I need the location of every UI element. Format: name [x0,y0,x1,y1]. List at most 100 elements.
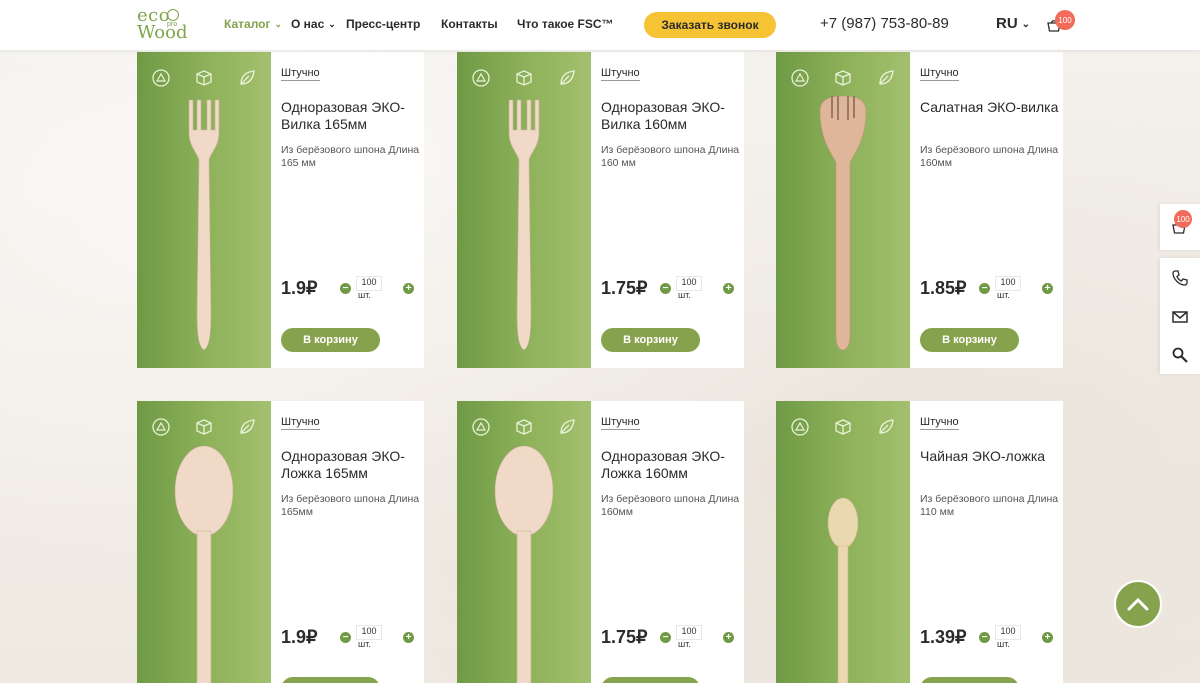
nav-item-contacts[interactable]: Контакты [441,17,498,31]
product-image-area[interactable] [137,401,271,683]
side-phone-button[interactable] [1171,269,1189,287]
nav-item-about[interactable]: О нас ⌄ [291,17,336,31]
add-to-cart-button[interactable]: В корзину [281,677,380,683]
quantity-unit: шт. [358,639,371,649]
add-to-cart-button[interactable]: В корзину [281,328,380,352]
site-header: eco pro Wood Каталог ⌄ О нас ⌄ Пресс-центр… [0,0,1200,50]
phone-icon [1172,270,1188,286]
unit-type-link[interactable]: Штучно [281,416,320,430]
product-image-area[interactable] [137,52,271,368]
phone-number-link[interactable]: +7 (987) 753-80-89 [820,15,949,32]
box-icon [516,419,532,435]
unit-type-link[interactable]: Штучно [601,416,640,430]
increase-qty-button[interactable]: + [403,283,414,294]
product-price: 1.39₽ [920,627,967,647]
unit-type-link[interactable]: Штучно [281,67,320,81]
product-info: Штучно Одноразовая ЭКО-Вилка 160мм Из берё… [601,52,744,368]
chevron-down-icon: ⌄ [274,19,283,29]
product-price: 1.9₽ [281,278,318,298]
unit-type-link[interactable]: Штучно [601,67,640,81]
side-search-button[interactable] [1171,346,1189,364]
product-info: Штучно Одноразовая ЭКО-Ложка 160мм Из берё… [601,401,744,683]
increase-qty-button[interactable]: + [723,632,734,643]
side-cart-count-badge: 100 [1174,210,1192,228]
increase-qty-button[interactable]: + [1042,632,1053,643]
product-price: 1.75₽ [601,627,648,647]
scroll-to-top-button[interactable] [1114,580,1162,628]
language-select[interactable]: RU ⌄ [996,15,1030,32]
chevron-down-icon: ⌄ [1021,19,1031,30]
quantity-input[interactable]: 100 [996,626,1020,639]
quantity-unit: шт. [358,290,371,300]
unit-type-link[interactable]: Штучно [920,416,959,430]
quantity-input[interactable]: 100 [996,277,1020,290]
ecowood-logo[interactable]: eco pro Wood [137,7,193,43]
recycle-icon [791,418,809,436]
decrease-qty-button[interactable]: − [979,283,990,294]
product-title[interactable]: Салатная ЭКО-вилка [920,99,1060,116]
feature-icons [471,68,577,88]
leaf-icon [879,419,894,434]
decrease-qty-button[interactable]: − [340,283,351,294]
decrease-qty-button[interactable]: − [660,632,671,643]
unit-type-link[interactable]: Штучно [920,67,959,81]
feature-icons [790,68,896,88]
add-to-cart-button[interactable]: В корзину [601,677,700,683]
box-icon [196,419,212,435]
product-description: Из берёзового шпона Длина 110 мм [920,493,1059,518]
nav-item-label: Каталог [224,17,271,31]
feature-icons [790,417,896,437]
product-image-area[interactable] [776,52,910,368]
search-icon [1172,347,1188,363]
request-call-button[interactable]: Заказать звонок [644,12,776,38]
add-to-cart-button[interactable]: В корзину [920,328,1019,352]
recycle-icon [152,418,170,436]
add-to-cart-button[interactable]: В корзину [601,328,700,352]
product-card[interactable]: Штучно Салатная ЭКО-вилка Из берёзового шп… [776,52,1063,368]
header-cart-button[interactable]: 100 [1046,10,1076,38]
decrease-qty-button[interactable]: − [660,283,671,294]
product-info: Штучно Одноразовая ЭКО-Вилка 165мм Из берё… [281,52,424,368]
increase-qty-button[interactable]: + [1042,283,1053,294]
product-image [819,95,867,351]
decrease-qty-button[interactable]: − [979,632,990,643]
chevron-up-icon [1127,597,1149,611]
product-description: Из берёзового шпона Длина 160 мм [601,144,740,169]
decrease-qty-button[interactable]: − [340,632,351,643]
side-mail-button[interactable] [1171,308,1189,326]
quantity-input[interactable]: 100 [357,277,381,290]
product-title[interactable]: Чайная ЭКО-ложка [920,448,1060,465]
quantity-unit: шт. [997,290,1010,300]
quantity-input[interactable]: 100 [677,277,701,290]
product-info: Штучно Одноразовая ЭКО-Ложка 165мм Из берё… [281,401,424,683]
product-title[interactable]: Одноразовая ЭКО-Вилка 160мм [601,99,741,133]
feature-icons [151,68,257,88]
add-to-cart-button[interactable]: В корзину [920,677,1019,683]
product-card[interactable]: Штучно Одноразовая ЭКО-Ложка 160мм Из берё… [457,401,744,683]
product-title[interactable]: Одноразовая ЭКО-Ложка 165мм [281,448,421,482]
mail-icon [1172,311,1188,323]
quantity-input[interactable]: 100 [677,626,701,639]
nav-item-press[interactable]: Пресс-центр [346,17,420,31]
nav-item-catalog[interactable]: Каталог ⌄ [224,17,282,31]
product-info: Штучно Салатная ЭКО-вилка Из берёзового шп… [920,52,1063,368]
product-image-area[interactable] [457,52,591,368]
increase-qty-button[interactable]: + [723,283,734,294]
box-icon [516,70,532,86]
product-image-area[interactable] [776,401,910,683]
product-card[interactable]: Штучно Одноразовая ЭКО-Ложка 165мм Из берё… [137,401,424,683]
side-contact-panel [1160,258,1200,374]
product-card[interactable]: Штучно Одноразовая ЭКО-Вилка 165мм Из берё… [137,52,424,368]
increase-qty-button[interactable]: + [403,632,414,643]
quantity-input[interactable]: 100 [357,626,381,639]
nav-item-label: Пресс-центр [346,17,421,31]
nav-item-fsc[interactable]: Что такое FSC™ [517,17,614,31]
product-description: Из берёзового шпона Длина 160мм [601,493,740,518]
product-title[interactable]: Одноразовая ЭКО-Вилка 165мм [281,99,421,133]
product-image-area[interactable] [457,401,591,683]
product-price: 1.85₽ [920,278,967,298]
product-card[interactable]: Штучно Чайная ЭКО-ложка Из берёзового шпон… [776,401,1063,683]
product-title[interactable]: Одноразовая ЭКО-Ложка 160мм [601,448,741,482]
product-card[interactable]: Штучно Одноразовая ЭКО-Вилка 160мм Из берё… [457,52,744,368]
box-icon [835,70,851,86]
